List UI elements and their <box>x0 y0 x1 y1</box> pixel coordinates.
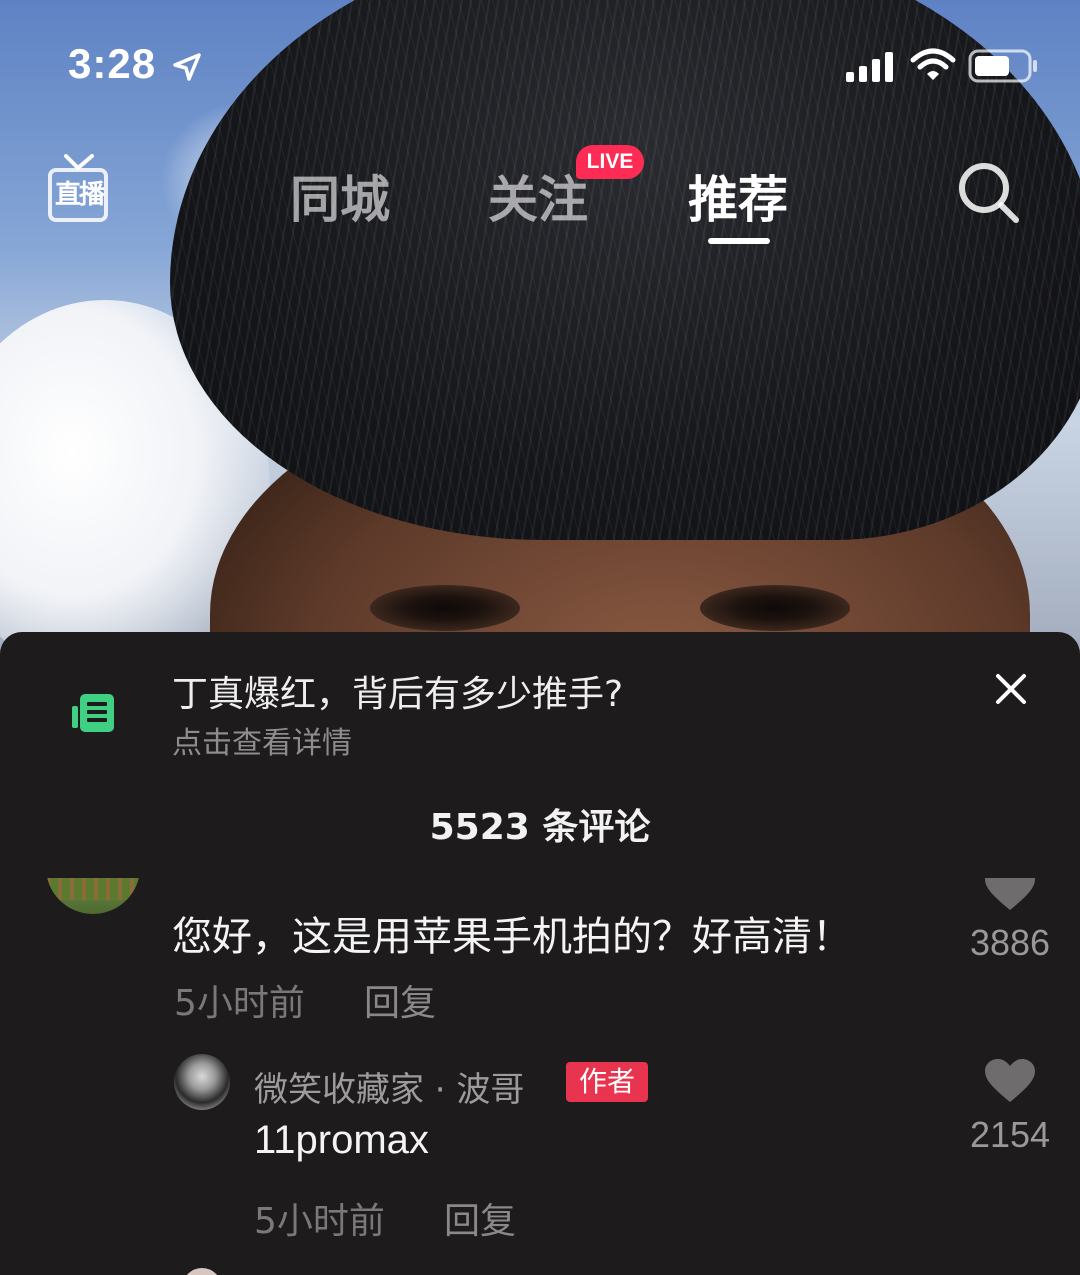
avatar[interactable] <box>182 1268 222 1275</box>
status-time: 3:28 <box>68 40 157 87</box>
reply-button[interactable]: 回复 <box>444 1192 516 1244</box>
comment-count: 5523 条评论 <box>429 807 651 848</box>
tab-nearby[interactable]: 同城 <box>290 160 390 232</box>
right-eye-graphic <box>700 585 850 631</box>
notice-title[interactable]: 丁真爆红，背后有多少推手? <box>172 665 623 717</box>
video-frame[interactable] <box>0 0 1080 700</box>
live-badge: LIVE <box>576 145 644 179</box>
comment-text[interactable]: 您好，这是用苹果手机拍的？好高清！ <box>172 904 852 962</box>
reply-text[interactable]: 11promax <box>254 1118 429 1163</box>
like-count: 2154 <box>969 1114 1051 1155</box>
left-eye-graphic <box>370 585 520 631</box>
reply-button[interactable]: 回复 <box>364 974 436 1026</box>
document-icon <box>72 694 114 732</box>
active-tab-indicator <box>708 238 770 244</box>
author-badge: 作者 <box>566 1062 648 1102</box>
battery-icon <box>968 49 1037 83</box>
live-entry-button[interactable]: 直播 <box>48 154 112 224</box>
signal-icon <box>846 52 893 82</box>
live-entry-label: 直播 <box>54 180 105 210</box>
reply-time: 5小时前 <box>254 1201 385 1242</box>
heart-icon[interactable] <box>983 878 1037 912</box>
comment-list[interactable]: 您好，这是用苹果手机拍的？好高清！ 5小时前 回复 3886 微笑收藏家 · 波… <box>0 878 1080 1275</box>
tab-recommended[interactable]: 推荐 <box>688 160 788 232</box>
author-avatar[interactable] <box>174 1054 230 1110</box>
avatar[interactable] <box>46 878 140 914</box>
tab-following[interactable]: 关注 <box>488 160 588 232</box>
close-icon[interactable] <box>994 672 1028 706</box>
location-arrow-icon <box>173 53 201 81</box>
notice-subtitle[interactable]: 点击查看详情 <box>172 718 352 762</box>
like-count: 3886 <box>969 922 1051 963</box>
heart-icon[interactable] <box>983 1058 1037 1104</box>
wifi-icon <box>910 48 956 80</box>
search-icon[interactable] <box>956 160 1022 226</box>
comment-time: 5小时前 <box>174 983 305 1024</box>
author-name[interactable]: 微笑收藏家 · 波哥 <box>254 1062 524 1111</box>
